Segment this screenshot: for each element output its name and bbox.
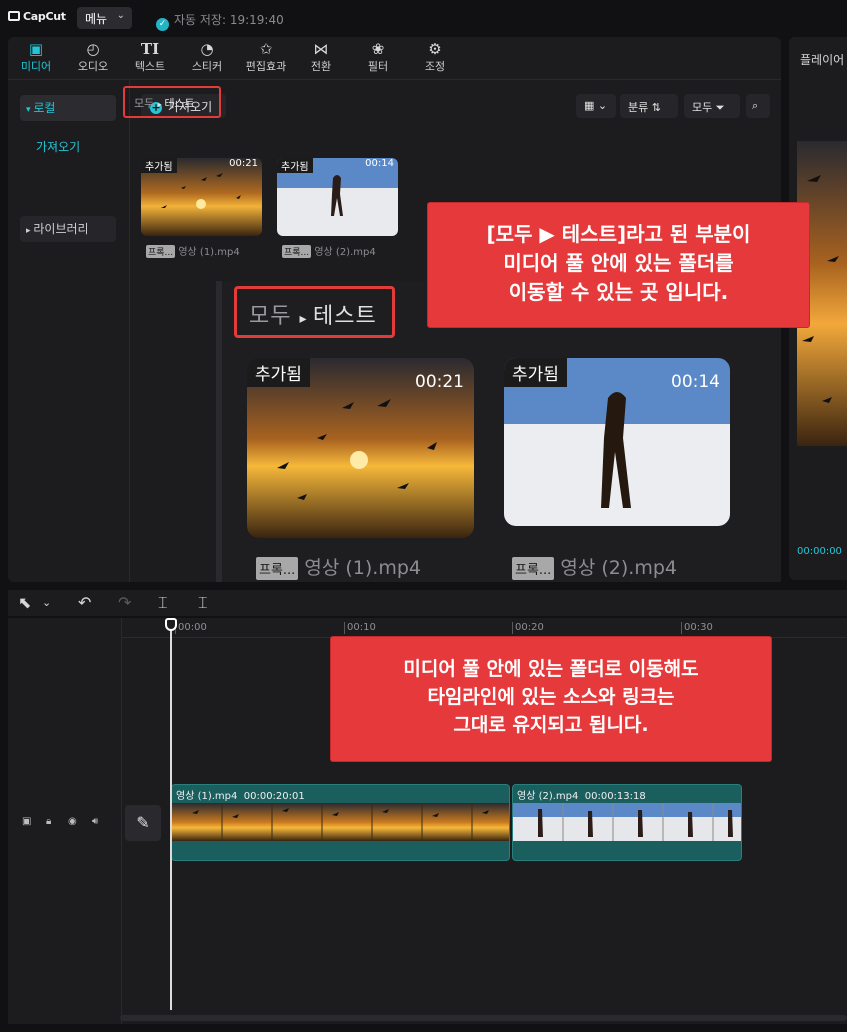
media-icon: ▣ — [28, 40, 44, 58]
proxy-tag: 프록... — [512, 557, 555, 580]
clip-duration: 00:14 — [365, 158, 394, 169]
split-icon[interactable]: ⌶ — [158, 593, 168, 613]
tick-label: 00:00 — [178, 622, 207, 633]
check-icon: ✓ — [156, 18, 169, 31]
app-logo: CapCut — [8, 10, 66, 23]
redo-icon[interactable]: ↷ — [118, 593, 131, 612]
timeline-scrollbar[interactable] — [120, 1015, 847, 1021]
tab-sticker[interactable]: ◔ 스티커 — [181, 40, 233, 74]
sidebar-item-import[interactable]: 가져오기 — [36, 138, 80, 155]
timeline-clip[interactable]: 영상 (2).mp4 00:00:13:18 — [512, 784, 742, 861]
added-badge: 추가됨 — [141, 158, 177, 173]
playhead[interactable] — [170, 620, 172, 1010]
callout-timeline: 미디어 풀 안에 있는 폴더로 이동해도 타임라인에 있는 소스와 링크는 그대… — [331, 637, 771, 761]
proxy-tag: 프록... — [146, 245, 176, 258]
media-item-name: 프록... 영상 (2).mp4 — [282, 245, 376, 258]
breadcrumb-zoomed: 모두 ▸ 테스트 — [234, 286, 395, 338]
chevron-down-icon: ⌄ — [116, 10, 125, 21]
video-track-icon[interactable]: ▣ — [22, 816, 31, 827]
breadcrumb-folder[interactable]: 테스트 — [164, 97, 194, 110]
caret-right-icon: ▸ — [299, 311, 313, 327]
tab-filter[interactable]: ❀ 필터 — [352, 40, 404, 74]
tick-mark — [344, 622, 345, 634]
sidebar-item-local[interactable]: ▾ 로컬 — [20, 95, 116, 121]
tab-media[interactable]: ▣ 미디어 — [10, 40, 62, 74]
search-icon: ⌕ — [752, 99, 759, 112]
clip-duration: 00:21 — [229, 158, 258, 169]
edit-cover-button[interactable]: ✎ — [125, 805, 161, 841]
added-badge: 추가됨 — [247, 358, 310, 387]
filter-icon: ❀ — [371, 40, 385, 58]
undo-icon[interactable]: ↶ — [78, 593, 91, 612]
media-item-name-zoomed: 프록... 영상 (1).mp4 — [256, 553, 421, 580]
tab-audio[interactable]: ◴ 오디오 — [67, 40, 119, 74]
tab-adjust[interactable]: ⚙ 조정 — [409, 40, 461, 74]
media-item-name-zoomed: 프록... 영상 (2).mp4 — [512, 553, 677, 580]
eye-icon[interactable]: ◉ — [68, 816, 77, 827]
sort-icon: ⇅ — [648, 101, 661, 114]
sidebar-item-library[interactable]: ▸ 라이브러리 — [20, 216, 116, 242]
added-badge: 추가됨 — [277, 158, 313, 173]
added-badge: 추가됨 — [504, 358, 567, 387]
menu-button[interactable]: 메뉴 ⌄ — [77, 7, 132, 29]
search-button[interactable]: ⌕ — [746, 94, 770, 118]
media-item-thumbnail[interactable]: 추가됨 00:21 — [141, 158, 262, 236]
select-tool-icon[interactable]: ⬉ — [18, 593, 31, 612]
tick-mark — [512, 622, 513, 634]
media-item-thumbnail-zoomed: 추가됨 00:21 — [247, 358, 474, 538]
clip-duration: 00:14 — [671, 372, 720, 392]
sticker-icon: ◔ — [200, 40, 214, 58]
player-timecode: 00:00:00 — [797, 546, 842, 557]
media-item-name: 프록... 영상 (1).mp4 — [146, 245, 240, 258]
tick-mark — [681, 622, 682, 634]
tab-effects[interactable]: ✩ 편집효과 — [238, 40, 294, 74]
pencil-icon: ✎ — [136, 813, 150, 832]
chevron-down-icon[interactable]: ⌄ — [42, 596, 51, 609]
capcut-logo-icon — [8, 11, 20, 21]
tick-label: 00:30 — [684, 622, 713, 633]
speaker-icon[interactable]: 🔊︎ — [92, 816, 98, 827]
transition-icon: ⋈ — [313, 40, 329, 58]
tab-text[interactable]: TI 텍스트 — [124, 40, 176, 74]
effects-icon: ✩ — [259, 40, 273, 58]
tab-transition[interactable]: ⋈ 전환 — [295, 40, 347, 74]
proxy-tag: 프록... — [282, 245, 312, 258]
sort-button[interactable]: 분류 ⇅ — [620, 94, 678, 118]
adjust-icon: ⚙ — [428, 40, 442, 58]
clip-filmstrip — [513, 803, 741, 841]
tick-label: 00:10 — [347, 622, 376, 633]
clip-label: 영상 (2).mp4 00:00:13:18 — [517, 791, 646, 802]
trim-icon[interactable]: ⌶ — [198, 593, 208, 613]
breadcrumb[interactable]: 모두 ▸ 테스트 — [123, 86, 221, 118]
timeline-toolbar: ⬉ ⌄ ↶ ↷ ⌶ ⌶ — [8, 590, 847, 616]
media-sidebar: ▾ 로컬 가져오기 ▸ 라이브러리 — [8, 80, 130, 582]
view-mode-button[interactable]: ▦ ⌄ — [576, 94, 616, 118]
text-icon: TI — [140, 40, 160, 58]
clip-duration: 00:21 — [415, 372, 464, 392]
tick-label: 00:20 — [515, 622, 544, 633]
funnel-icon: ⏷ — [712, 101, 725, 114]
timeline-clip[interactable]: 영상 (1).mp4 00:00:20:01 — [171, 784, 510, 861]
title-bar: CapCut 메뉴 ⌄ ✓ 자동 저장: 19:19:40 — [0, 0, 847, 36]
playhead-handle[interactable] — [165, 618, 177, 631]
player-title: 플레이어 — [800, 53, 845, 67]
clip-label: 영상 (1).mp4 00:00:20:01 — [176, 791, 305, 802]
media-item-thumbnail[interactable]: 추가됨 00:14 — [277, 158, 398, 236]
clip-filmstrip — [172, 803, 509, 841]
tab-bar: ▣ 미디어 ◴ 오디오 TI 텍스트 ◔ 스티커 ✩ 편집효과 ⋈ 전환 ❀ 필터 ⚙ 조정 — [8, 37, 781, 79]
media-item-thumbnail-zoomed: 추가됨 00:14 — [504, 358, 730, 526]
filter-button[interactable]: 모두 ⏷ — [684, 94, 740, 118]
breadcrumb-root[interactable]: 모두 — [134, 97, 154, 110]
autosave-status: ✓ 자동 저장: 19:19:40 — [156, 11, 284, 31]
proxy-tag: 프록... — [256, 557, 299, 580]
callout-breadcrumb: [모두 ▶ 테스트]라고 된 부분이 미디어 풀 안에 있는 폴더를 이동할 수… — [428, 203, 809, 327]
lock-icon[interactable]: 🔒︎ — [46, 816, 51, 827]
audio-icon: ◴ — [86, 40, 100, 58]
grid-icon: ▦ ⌄ — [584, 99, 608, 112]
